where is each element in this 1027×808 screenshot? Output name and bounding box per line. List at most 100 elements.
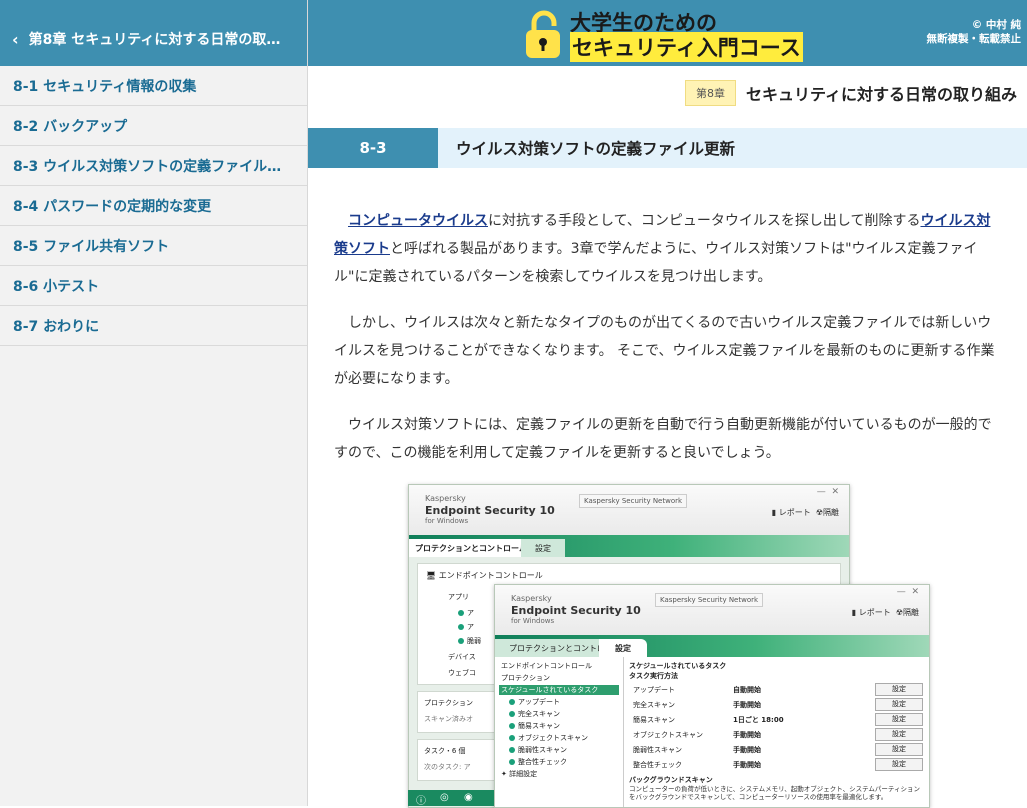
- chapter-header: 第8章 セキュリティに対する日常の取り組み: [684, 80, 1017, 106]
- bg-scan-title: バックグラウンドスキャン: [629, 776, 713, 784]
- radiation-icon: ☢: [895, 608, 903, 617]
- article-body: コンピュータウイルスに対抗する手段として、コンピュータウイルスを探し出して削除す…: [334, 207, 998, 485]
- sidebar-item-8-2[interactable]: 8-2 バックアップ: [0, 106, 307, 146]
- main-content: 大学生のための セキュリティ入門コース © 中村 純 無断複製・転載禁止 第8章…: [308, 0, 1027, 808]
- course-logo[interactable]: 大学生のための セキュリティ入門コース: [524, 4, 829, 62]
- status-dot: [509, 711, 515, 717]
- back-item-5: ウェブコ: [448, 669, 476, 677]
- close-icon[interactable]: ✕: [831, 487, 839, 497]
- paragraph-1: コンピュータウイルスに対抗する手段として、コンピュータウイルスを探し出して削除す…: [334, 207, 998, 291]
- status-dot: [509, 699, 515, 705]
- front-body: エンドポイントコントロール プロテクション スケジュールされているタスク アップ…: [495, 657, 929, 807]
- report-quarantine-front[interactable]: ▮ レポート ☢隔離: [852, 607, 919, 618]
- tree-advanced-label: 詳細設定: [509, 770, 538, 778]
- quarantine-label: 隔離: [823, 508, 839, 517]
- p1-text2: と呼ばれる製品があります。3章で学んだように、ウイルス対策ソフトは"ウイルス定義…: [334, 241, 978, 285]
- logo-line2: セキュリティ入門コース: [570, 32, 803, 62]
- task-name: オブジェクトスキャン: [633, 731, 703, 739]
- task-settings-button[interactable]: 設定: [875, 698, 923, 711]
- tree-quick-scan-label: 簡易スキャン: [518, 722, 560, 730]
- tab-settings[interactable]: 設定: [521, 539, 565, 557]
- schedule-row: 完全スキャン 手動開始 設定: [629, 698, 929, 712]
- sidebar-item-8-7[interactable]: 8-7 おわりに: [0, 306, 307, 346]
- kaspersky-screenshot: Kaspersky Endpoint Security 10 for Windo…: [408, 484, 930, 808]
- ksn-badge: Kaspersky Security Network: [579, 494, 688, 508]
- tree-endpoint[interactable]: エンドポイントコントロール: [501, 661, 592, 671]
- tree-vuln-scan-label: 脆弱性スキャン: [518, 746, 567, 754]
- schedule-row: 簡易スキャン 1日ごと 18:00 設定: [629, 713, 929, 727]
- task-mode: 手動開始: [733, 761, 761, 769]
- tree-update[interactable]: アップデート: [509, 697, 560, 707]
- close-icon[interactable]: ✕: [911, 587, 919, 597]
- section-header: 8-3 ウイルス対策ソフトの定義ファイル更新: [308, 128, 1027, 168]
- task-name: アップデート: [633, 686, 675, 694]
- schedule-row: 脆弱性スキャン 手動開始 設定: [629, 743, 929, 757]
- minimize-icon[interactable]: —: [817, 487, 826, 497]
- tree-update-label: アップデート: [518, 698, 560, 706]
- brand-main-front: Endpoint Security 10: [511, 604, 641, 617]
- chapter-back-link[interactable]: ‹ 第8章 セキュリティに対する日常の取…: [0, 0, 307, 66]
- chevron-left-icon: ‹: [12, 29, 19, 49]
- task-mode: 手動開始: [733, 731, 761, 739]
- license-icon[interactable]: ◉: [464, 792, 473, 803]
- report-quarantine[interactable]: ▮ レポート ☢隔離: [772, 507, 839, 518]
- task-settings-button[interactable]: 設定: [875, 713, 923, 726]
- schedule-panel: スケジュールされているタスク タスク実行方法 アップデート 自動開始 設定 完全スキ…: [629, 657, 929, 807]
- tree-advanced[interactable]: ✦ 詳細設定: [501, 769, 537, 779]
- chapter-title: セキュリティに対する日常の取り組み: [745, 85, 1017, 104]
- window-controls-front[interactable]: — ✕: [897, 587, 919, 597]
- schedule-title: スケジュールされているタスク: [629, 662, 727, 670]
- settings-tree: エンドポイントコントロール プロテクション スケジュールされているタスク アップ…: [495, 657, 624, 807]
- radiation-icon: ☢: [815, 508, 823, 517]
- tree-scheduled-tasks[interactable]: スケジュールされているタスク: [499, 685, 619, 695]
- minimize-icon[interactable]: —: [897, 587, 906, 597]
- status-dot: [458, 624, 464, 630]
- schedule-row: アップデート 自動開始 設定: [629, 683, 929, 697]
- tree-object-scan[interactable]: オブジェクトスキャン: [509, 733, 588, 743]
- schedule-row: 整合性チェック 手動開始 設定: [629, 758, 929, 772]
- brand-main: Endpoint Security 10: [425, 504, 555, 517]
- monitor-icon: 🖥: [426, 571, 437, 580]
- task-name: 整合性チェック: [633, 761, 682, 769]
- tree-integrity[interactable]: 整合性チェック: [509, 757, 567, 767]
- front-tabstrip: プロテクションとコントロール 設定: [495, 635, 929, 657]
- task-settings-button[interactable]: 設定: [875, 683, 923, 696]
- task-settings-button[interactable]: 設定: [875, 728, 923, 741]
- tasks-panel-sub: 次のタスク: ア: [424, 763, 471, 771]
- sidebar-item-8-4[interactable]: 8-4 パスワードの定期的な変更: [0, 186, 307, 226]
- front-window: Kaspersky Endpoint Security 10 for Windo…: [494, 584, 930, 808]
- tasks-panel-title: タスク・6 個: [424, 747, 466, 755]
- sidebar-item-8-5[interactable]: 8-5 ファイル共有ソフト: [0, 226, 307, 266]
- back-item-2: ア: [458, 622, 474, 632]
- link-computer-virus[interactable]: コンピュータウイルス: [348, 213, 488, 229]
- sidebar-item-8-1[interactable]: 8-1 セキュリティ情報の収集: [0, 66, 307, 106]
- sidebar-item-8-3[interactable]: 8-3 ウイルス対策ソフトの定義ファイル…: [0, 146, 307, 186]
- sidebar-item-8-6[interactable]: 8-6 小テスト: [0, 266, 307, 306]
- schedule-subtitle: タスク実行方法: [629, 672, 678, 680]
- support-icon[interactable]: ◎: [440, 792, 449, 803]
- back-item-3: 脆弱: [458, 636, 481, 646]
- task-settings-button[interactable]: 設定: [875, 758, 923, 771]
- task-name: 脆弱性スキャン: [633, 746, 682, 754]
- endpoint-panel-title: 🖥 エンドポイントコントロール: [426, 570, 543, 581]
- tree-protection[interactable]: プロテクション: [501, 673, 550, 683]
- copyright: © 中村 純 無断複製・転載禁止: [927, 18, 1022, 46]
- tree-quick-scan[interactable]: 簡易スキャン: [509, 721, 560, 731]
- paragraph-3: ウイルス対策ソフトには、定義ファイルの更新を自動で行う自動更新機能が付いているも…: [334, 417, 992, 461]
- back-window-titlebar: Kaspersky Endpoint Security 10 for Windo…: [409, 485, 849, 535]
- window-controls[interactable]: — ✕: [817, 487, 839, 497]
- tree-full-scan[interactable]: 完全スキャン: [509, 709, 560, 719]
- p1-text1: に対抗する手段として、コンピュータウイルスを探し出して削除する: [488, 213, 921, 229]
- tab-settings-front[interactable]: 設定: [599, 639, 647, 657]
- tree-vuln-scan[interactable]: 脆弱性スキャン: [509, 745, 567, 755]
- report-label-front: レポート: [858, 608, 891, 617]
- endpoint-panel-title-label: エンドポイントコントロール: [438, 571, 543, 580]
- help-icon[interactable]: ⓘ: [416, 792, 426, 807]
- tree-full-scan-label: 完全スキャン: [518, 710, 560, 718]
- schedule-row: オブジェクトスキャン 手動開始 設定: [629, 728, 929, 742]
- tab-protection[interactable]: プロテクションとコントロール: [409, 539, 533, 557]
- protection-panel-title: プロテクション: [424, 699, 473, 707]
- task-settings-button[interactable]: 設定: [875, 743, 923, 756]
- section-title: ウイルス対策ソフトの定義ファイル更新: [456, 140, 736, 158]
- brand-sub: for Windows: [425, 517, 469, 525]
